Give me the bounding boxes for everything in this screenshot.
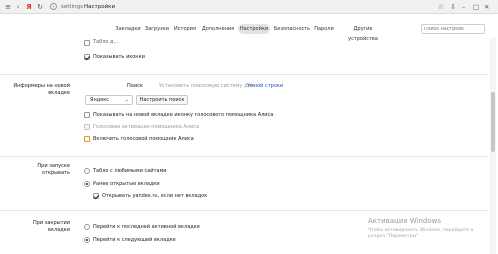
- tab-extensions[interactable]: Дополнения: [200, 24, 236, 34]
- startup-section-label: При запуске открывать: [37, 163, 70, 176]
- show-icons-label: Показывать иконки: [93, 53, 145, 60]
- close-next-tab-radio[interactable]: [84, 237, 90, 243]
- informers-section-label: Информеры на новой вкладке: [13, 83, 70, 96]
- configure-search-button[interactable]: Настроить поиск: [136, 95, 188, 105]
- tab-passwords[interactable]: Пароли: [313, 24, 335, 34]
- tablo-partial-label: Табло д...: [93, 39, 119, 45]
- close-last-active-label: Перейти к последней активной вкладке: [93, 223, 200, 230]
- back-icon[interactable]: ‹: [14, 2, 22, 12]
- windows-activation-subtitle: Чтобы активировать Windows, перейдите в …: [368, 228, 474, 239]
- tab-settings[interactable]: Настройки: [238, 24, 270, 34]
- search-engine-value: Яндекс: [90, 97, 110, 103]
- startup-previous-tabs-radio[interactable]: [84, 181, 90, 187]
- tab-other-devices[interactable]: Другие устройства: [338, 24, 388, 42]
- show-alice-icon-label: Показывать на новой вкладке иконку голос…: [93, 111, 274, 118]
- tab-bookmarks[interactable]: Закладки: [114, 24, 142, 34]
- settings-search[interactable]: [421, 24, 485, 34]
- minimize-icon[interactable]: –: [462, 2, 465, 12]
- bookmark-star-icon[interactable]: ☆: [437, 2, 445, 12]
- section-divider: [0, 74, 488, 75]
- site-info-icon[interactable]: [50, 3, 57, 10]
- close-last-active-radio[interactable]: [84, 224, 90, 230]
- settings-search-input[interactable]: [424, 25, 484, 33]
- startup-previous-tabs-label: Ранее открытые вкладки: [93, 180, 160, 187]
- on-close-section-label: При закрытии вкладки: [32, 220, 70, 233]
- search-title: Поиск: [127, 83, 143, 89]
- startup-favorites-radio[interactable]: [84, 168, 90, 174]
- reload-icon[interactable]: ↻: [36, 2, 44, 12]
- voice-activation-label: Голосовая активация помощника Алиса: [93, 123, 200, 130]
- voice-activation-checkbox[interactable]: [84, 124, 90, 130]
- open-yandex-checkbox[interactable]: [93, 193, 99, 199]
- enable-alice-checkbox[interactable]: [84, 136, 90, 142]
- windows-activation-title: Активация Windows: [368, 217, 442, 225]
- search-engine-select[interactable]: Яндекс ⌄: [85, 95, 133, 105]
- tab-downloads[interactable]: Загрузки: [143, 24, 171, 34]
- chevron-down-icon: ⌄: [124, 97, 129, 103]
- tab-security[interactable]: Безопасность: [272, 24, 312, 34]
- url-title: Настройки: [84, 4, 116, 10]
- url-host: settings: [61, 4, 83, 10]
- maximize-icon[interactable]: □: [473, 2, 479, 12]
- section-divider: [0, 210, 488, 211]
- browser-top-bar: ≡ ‹ Я ↻ settings Настройки ☆ ⇩ – □ ✕: [0, 0, 498, 14]
- scrollbar-thumb[interactable]: [491, 92, 495, 152]
- tablo-checkbox[interactable]: [84, 40, 90, 46]
- close-icon[interactable]: ✕: [484, 2, 489, 12]
- downloads-icon[interactable]: ⇩: [449, 2, 457, 12]
- tab-history[interactable]: История: [172, 24, 198, 34]
- startup-favorites-label: Табло с любимыми сайтами: [93, 167, 167, 174]
- section-divider: [0, 156, 488, 157]
- show-alice-icon-checkbox[interactable]: [84, 112, 90, 118]
- smart-line-link[interactable]: Умной строки: [247, 83, 283, 90]
- yandex-logo-icon[interactable]: Я: [25, 2, 33, 12]
- address-bar[interactable]: settings Настройки: [50, 2, 450, 12]
- open-yandex-label: Открывать yandex.ru, если нет вкладок: [102, 192, 208, 199]
- enable-alice-label: Включить голосовой помощник Алиса: [93, 135, 194, 142]
- show-icons-checkbox[interactable]: [84, 54, 90, 60]
- menu-icon[interactable]: ≡: [4, 2, 12, 12]
- search-engine-hint: Установить поисковую систему для: [159, 83, 254, 89]
- close-next-tab-label: Перейти к следующей вкладке: [93, 236, 176, 243]
